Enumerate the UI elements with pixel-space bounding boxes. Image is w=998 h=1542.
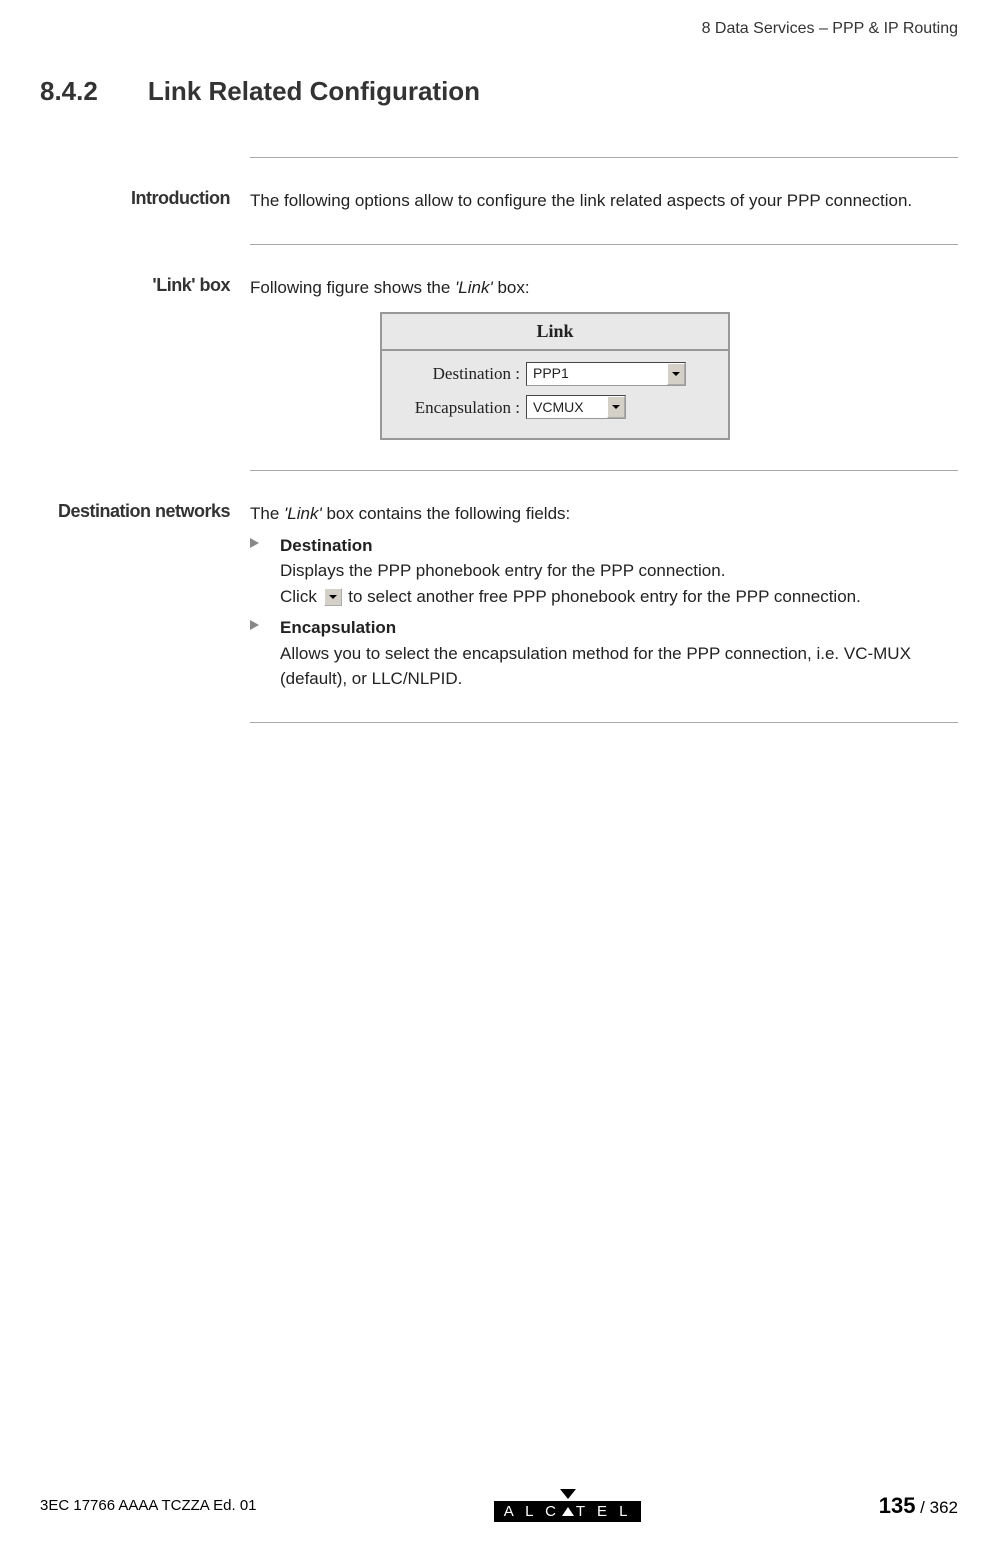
triangle-up-icon [562,1507,574,1516]
section-heading: 8.4.2 Link Related Configuration [40,76,958,107]
doc-reference: 3EC 17766 AAAA TCZZA Ed. 01 [40,1497,257,1514]
bullet-icon [250,615,280,692]
destnetworks-intro: The 'Link' box contains the following fi… [250,501,958,527]
chapter-label: 8 Data Services – PPP & IP Routing [702,20,958,37]
side-label-introduction: Introduction [40,188,250,214]
page-header: 8 Data Services – PPP & IP Routing [40,20,958,46]
item-title: Destination [280,533,958,559]
section-title: Link Related Configuration [148,76,480,106]
destination-row: Destination : PPP1 [396,361,714,387]
dropdown-button-icon[interactable] [607,396,625,418]
destination-value: PPP1 [527,361,575,386]
destination-select[interactable]: PPP1 [526,362,686,386]
side-label-linkbox: 'Link' box [40,275,250,441]
brand-logo: A L C T E L [494,1489,642,1522]
item-title: Encapsulation [280,615,958,641]
link-box-figure: Link Destination : PPP1 Encapsulation : [380,312,730,440]
chevron-down-icon [329,595,337,599]
item-text: Allows you to select the encapsulation m… [280,641,958,692]
linkbox-intro: Following figure shows the 'Link' box: [250,275,958,301]
triangle-down-icon [560,1489,576,1499]
encapsulation-label: Encapsulation : [396,395,526,421]
item-text: Click to select another free PPP phonebo… [280,584,958,610]
encapsulation-row: Encapsulation : VCMUX [396,395,714,421]
encapsulation-select[interactable]: VCMUX [526,395,626,419]
destnetworks-block: Destination networks The 'Link' box cont… [40,471,958,722]
divider [250,722,958,723]
list-item: Encapsulation Allows you to select the e… [250,615,958,692]
encapsulation-value: VCMUX [527,395,590,420]
chevron-down-icon [612,405,620,409]
dropdown-button-icon [324,588,342,606]
item-text: Displays the PPP phonebook entry for the… [280,558,958,584]
introduction-text: The following options allow to configure… [250,188,958,214]
link-box-title: Link [382,314,728,351]
page-footer: 3EC 17766 AAAA TCZZA Ed. 01 A L C T E L … [40,1489,958,1522]
alcatel-logo: A L C T E L [494,1501,642,1522]
introduction-block: Introduction The following options allow… [40,158,958,244]
bullet-icon [250,533,280,610]
section-number: 8.4.2 [40,76,98,106]
list-item: Destination Displays the PPP phonebook e… [250,533,958,610]
chevron-down-icon [672,372,680,376]
linkbox-block: 'Link' box Following figure shows the 'L… [40,245,958,471]
side-label-destnetworks: Destination networks [40,501,250,692]
destination-label: Destination : [396,361,526,387]
page-number: 135 / 362 [879,1493,958,1519]
dropdown-button-icon[interactable] [667,363,685,385]
